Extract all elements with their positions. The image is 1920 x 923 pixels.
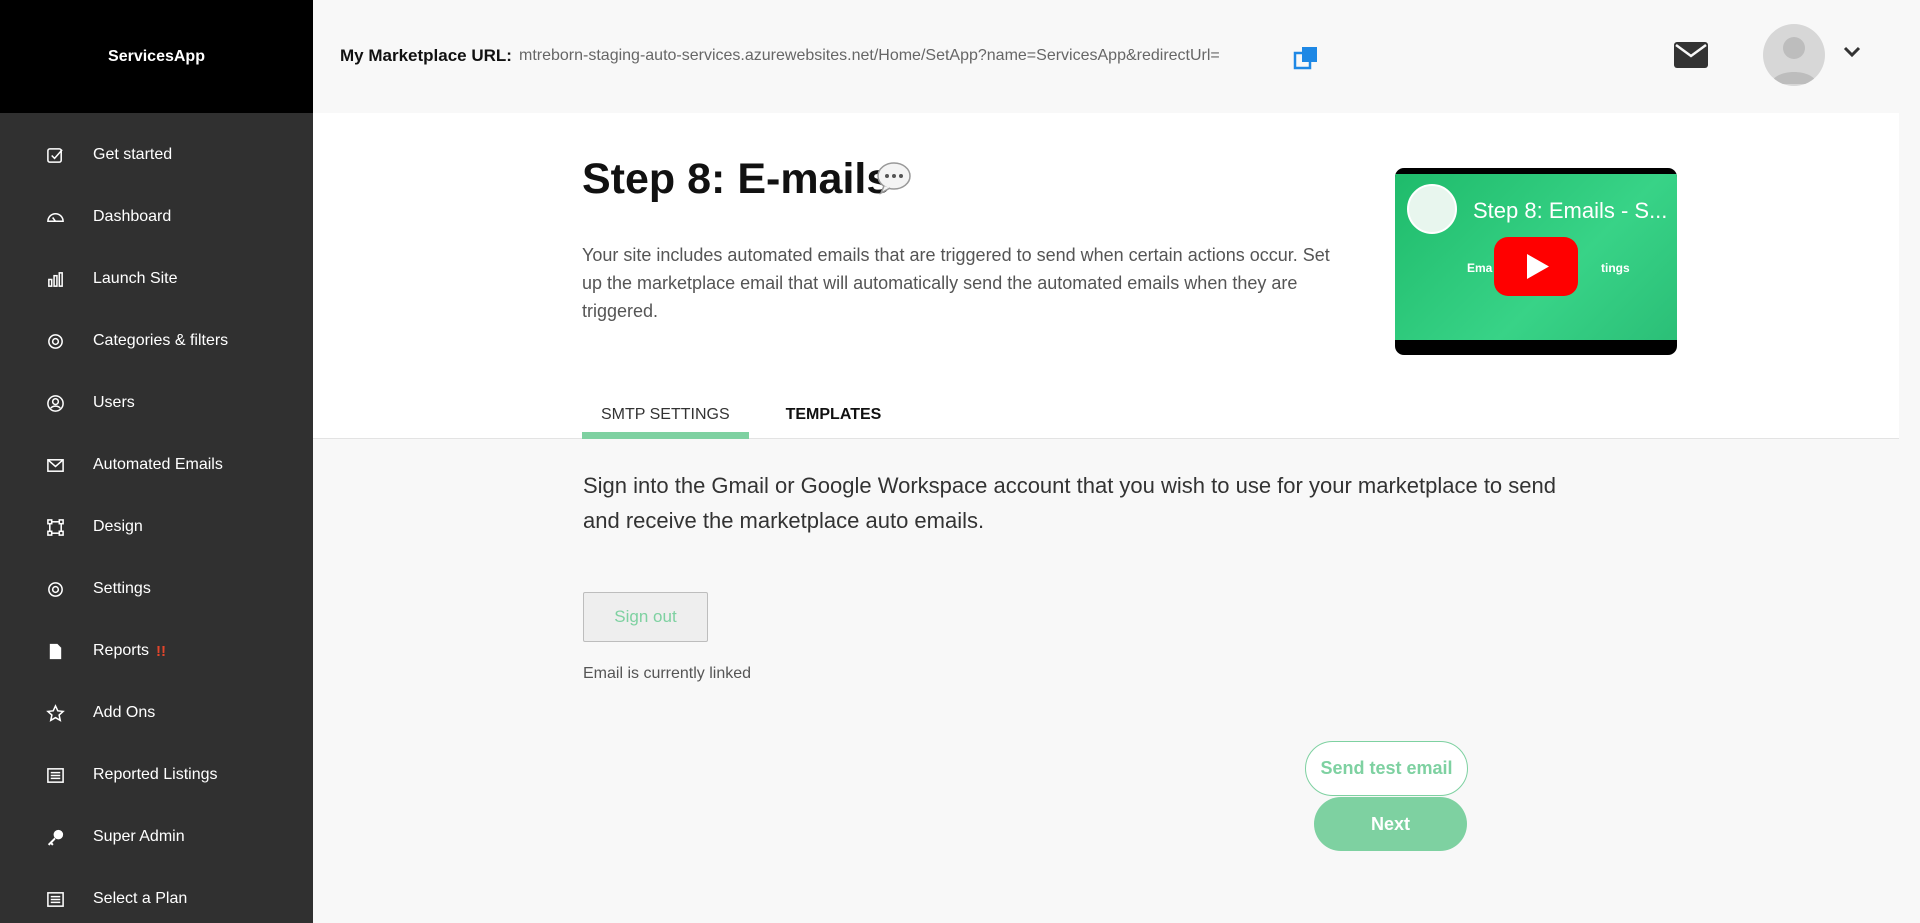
step-header-panel: Step 8: E-mails Your site includes autom…	[313, 113, 1899, 439]
alert-badge: !!	[156, 642, 167, 660]
sign-out-button[interactable]: Sign out	[583, 592, 708, 642]
sidebar-item-label: Users	[93, 394, 135, 411]
sidebar-item-automated-emails[interactable]: Automated Emails	[0, 434, 313, 496]
sidebar: ServicesApp Get started Dashboard Launch…	[0, 0, 313, 923]
sidebar-item-label: Settings	[93, 580, 151, 597]
document-icon	[44, 640, 66, 662]
sidebar-item-label: Categories & filters	[93, 332, 229, 349]
top-header: My Marketplace URL: mtreborn-staging-aut…	[313, 0, 1920, 113]
sidebar-item-dashboard[interactable]: Dashboard	[0, 186, 313, 248]
sidebar-nav: Get started Dashboard Launch Site Catego…	[0, 124, 313, 923]
gear-icon	[44, 330, 66, 352]
sidebar-item-launch-site[interactable]: Launch Site	[0, 248, 313, 310]
bar-chart-icon	[44, 268, 66, 290]
star-icon	[44, 702, 66, 724]
video-overlay-text-right: tings	[1601, 261, 1630, 275]
sidebar-item-label: Get started	[93, 146, 173, 163]
app-brand[interactable]: ServicesApp	[0, 0, 313, 113]
envelope-icon	[44, 454, 66, 476]
sidebar-item-reports[interactable]: Reports !!	[0, 620, 313, 682]
sidebar-item-label: Reports	[93, 642, 150, 659]
vector-square-icon	[44, 516, 66, 538]
sidebar-item-label: Reported Listings	[93, 766, 218, 783]
sidebar-item-settings[interactable]: Settings	[0, 558, 313, 620]
sidebar-item-super-admin[interactable]: Super Admin	[0, 806, 313, 868]
gmail-instruction: Sign into the Gmail or Google Workspace …	[583, 473, 1556, 533]
sidebar-item-label: Select a Plan	[93, 890, 188, 907]
list-icon	[44, 764, 66, 786]
sidebar-item-design[interactable]: Design	[0, 496, 313, 558]
sidebar-item-label: Design	[93, 518, 143, 535]
next-button[interactable]: Next	[1314, 797, 1467, 851]
play-button-icon[interactable]	[1494, 237, 1578, 296]
chat-bubble-icon[interactable]	[876, 161, 912, 195]
gear-icon	[44, 578, 66, 600]
send-test-email-button[interactable]: Send test email	[1305, 741, 1468, 796]
copy-icon[interactable]	[1292, 44, 1320, 72]
user-circle-icon	[44, 392, 66, 414]
channel-logo	[1407, 184, 1457, 234]
speedometer-icon	[44, 206, 66, 228]
sidebar-item-add-ons[interactable]: Add Ons	[0, 682, 313, 744]
marketplace-url-value: mtreborn-staging-auto-services.azurewebs…	[519, 47, 1220, 64]
sidebar-item-users[interactable]: Users	[0, 372, 313, 434]
page-title: Step 8: E-mails	[582, 155, 890, 204]
sidebar-item-categories-filters[interactable]: Categories & filters	[0, 310, 313, 372]
email-link-status: Email is currently linked	[583, 665, 752, 682]
intro-text: Your site includes automated emails that…	[582, 245, 1330, 321]
video-thumbnail: Step 8: Emails - S... Ema tings	[1395, 174, 1677, 340]
sidebar-item-label: Add Ons	[93, 704, 156, 721]
sidebar-item-label: Automated Emails	[93, 456, 223, 473]
step-label: Step 8:	[582, 155, 726, 203]
app-name: ServicesApp	[108, 47, 205, 65]
step-name: E-mails	[737, 155, 891, 203]
video-player[interactable]: Step 8: Emails - S... Ema tings	[1395, 168, 1677, 355]
messages-icon[interactable]	[1674, 42, 1708, 68]
sidebar-item-select-a-plan[interactable]: Select a Plan	[0, 868, 313, 923]
tab-smtp-settings[interactable]: SMTP SETTINGS	[582, 394, 749, 439]
key-icon	[44, 826, 66, 848]
sidebar-item-label: Super Admin	[93, 828, 185, 845]
video-title: Step 8: Emails - S...	[1473, 198, 1668, 223]
sidebar-item-reported-listings[interactable]: Reported Listings	[0, 744, 313, 806]
marketplace-url-label: My Marketplace URL:	[340, 46, 512, 65]
video-overlay-text-left: Ema	[1467, 261, 1493, 275]
sidebar-item-get-started[interactable]: Get started	[0, 124, 313, 186]
settings-tabs: SMTP SETTINGS TEMPLATES	[582, 394, 900, 439]
avatar[interactable]	[1763, 24, 1825, 86]
sidebar-item-label: Dashboard	[93, 208, 172, 225]
chevron-down-icon[interactable]	[1843, 45, 1861, 59]
tab-templates[interactable]: TEMPLATES	[767, 394, 901, 439]
checkbox-icon	[44, 144, 66, 166]
list-icon	[44, 888, 66, 910]
sidebar-item-label: Launch Site	[93, 270, 178, 287]
